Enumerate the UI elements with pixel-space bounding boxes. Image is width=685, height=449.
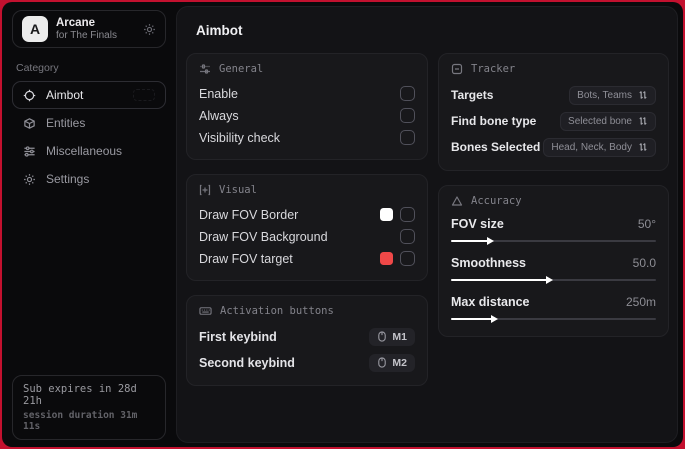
card-title: General [219,63,264,75]
brand-title: Arcane [56,16,95,29]
triangle-icon [451,195,463,207]
sliders-icon [23,145,36,158]
color-swatch[interactable] [380,252,393,265]
color-swatch[interactable] [380,208,393,221]
checkbox[interactable] [400,207,415,222]
visual-card: Visual Draw FOV Border Draw FOV Backgrou… [186,174,428,281]
setting-row-fov-border: Draw FOV Border [199,204,415,225]
setting-row-fov-background: Draw FOV Background [199,226,415,247]
bones-selected-dropdown[interactable]: Head, Neck, Body, Pe... [543,137,656,157]
plus-square-icon [199,184,211,196]
sidebar-item-label: Aimbot [46,88,84,102]
setting-row-second-keybind: Second keybind M2 [199,351,415,374]
checkbox[interactable] [400,251,415,266]
brand-card: A Arcane for The Finals [12,10,166,48]
checkbox[interactable] [400,229,415,244]
slider-fill [451,276,554,284]
card-title: Activation buttons [220,305,334,317]
card-title: Tracker [471,63,516,75]
sidebar: A Arcane for The Finals Category Aimbot [2,2,176,447]
targets-dropdown[interactable]: Bots, Teams [569,85,656,105]
hotkey-hint [133,89,155,101]
page-title: Aimbot [196,23,243,38]
fov-size-slider[interactable] [451,237,656,245]
sidebar-item-label: Settings [46,172,90,186]
updown-arrows-icon [638,116,648,126]
sidebar-item-label: Miscellaneous [46,144,123,158]
sidebar-item-settings[interactable]: Settings [12,165,166,193]
slider-fill [451,237,494,245]
sidebar-item-aimbot[interactable]: Aimbot [12,81,166,109]
max-distance-slider[interactable] [451,315,656,323]
brand-logo: A [22,16,48,42]
slider-value: 250m [625,295,656,309]
checkbox[interactable] [400,130,415,145]
card-title: Accuracy [471,195,522,207]
setting-row-targets: Targets Bots, Teams [451,83,656,107]
setting-group-smoothness: Smoothness 50.0 [451,254,656,284]
slider-thumb[interactable] [491,315,498,323]
sidebar-item-entities[interactable]: Entities [12,109,166,137]
setting-row-find-bone-type: Find bone type Selected bone [451,109,656,133]
tracker-card: Tracker Targets Bots, Teams Find bone ty… [438,53,669,171]
updown-arrows-icon [638,142,648,152]
app-window: A Arcane for The Finals Category Aimbot [2,2,683,447]
setting-row-always: Always [199,105,415,126]
slider-fill [451,315,498,323]
keybind-value: M1 [392,330,407,343]
main-panel: Aimbot General Enable Always Visibility … [176,6,678,443]
gear-icon[interactable] [143,23,156,36]
general-card: General Enable Always Visibility check [186,53,428,160]
setting-row-visibility-check: Visibility check [199,127,415,148]
session-duration-text: session duration 31m 11s [23,410,138,432]
checkbox[interactable] [400,86,415,101]
keyboard-icon [199,305,212,317]
sidebar-item-miscellaneous[interactable]: Miscellaneous [12,137,166,165]
setting-group-fov-size: FOV size 50° [451,215,656,245]
sidebar-item-label: Entities [46,116,86,130]
card-title: Visual [219,184,257,196]
setting-row-fov-target: Draw FOV target [199,248,415,269]
smoothness-slider[interactable] [451,276,656,284]
keybind-button[interactable]: M1 [369,327,415,346]
gear-icon [23,173,36,186]
bone-type-dropdown[interactable]: Selected bone [560,111,656,131]
activation-card: Activation buttons First keybind M1 Seco… [186,295,428,386]
grid-icon [199,63,211,75]
slider-value: 50° [637,217,656,231]
setting-row-bones-selected: Bones Selected Head, Neck, Body, Pe... [451,135,656,159]
subscription-status: Sub expires in 28d 21h session duration … [12,375,166,440]
frame-icon [451,63,463,75]
keybind-value: M2 [392,356,407,369]
brand-subtitle: for The Finals [56,29,117,41]
crosshair-icon [23,89,36,102]
slider-thumb[interactable] [546,276,554,284]
updown-arrows-icon [638,90,648,100]
entities-icon [23,117,36,130]
setting-row-first-keybind: First keybind M1 [199,325,415,348]
setting-group-max-distance: Max distance 250m [451,293,656,323]
slider-thumb[interactable] [486,237,494,245]
setting-row-enable: Enable [199,83,415,104]
category-label: Category [16,62,59,74]
keybind-button[interactable]: M2 [369,353,415,372]
sub-expiry-text: Sub expires in 28d 21h [23,383,137,407]
checkbox[interactable] [400,108,415,123]
mouse-icon [377,357,387,368]
accuracy-card: Accuracy FOV size 50° Smoothness 50.0 Ma… [438,185,669,337]
mouse-icon [377,331,387,342]
slider-value: 50.0 [632,256,656,270]
